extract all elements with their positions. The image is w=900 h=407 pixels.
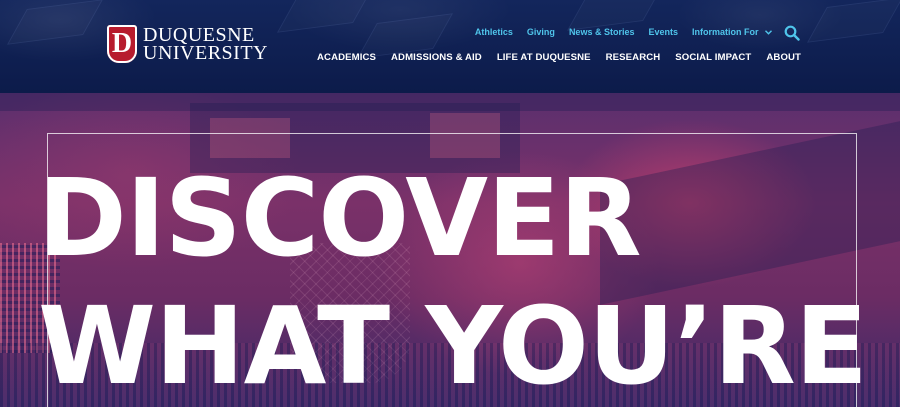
main-nav-about[interactable]: ABOUT [766,52,801,63]
main-nav-admissions-aid[interactable]: ADMISSIONS & AID [391,52,482,63]
main-nav-social-impact[interactable]: SOCIAL IMPACT [675,52,751,63]
utility-link-news-stories[interactable]: News & Stories [569,27,635,37]
logo-crest-icon: D [107,25,137,63]
hero-headline-line-2: WHAT YOU’RE [38,285,868,407]
main-nav-academics[interactable]: ACADEMICS [317,52,376,63]
hero-headline: DISCOVER WHAT YOU’RE [38,155,868,407]
utility-nav: Athletics Giving News & Stories Events I… [461,27,802,37]
chevron-down-icon [765,28,772,37]
logo-wordmark: DUQUESNE UNIVERSITY [143,25,268,64]
hero-banner: DISCOVER WHAT YOU’RE [0,93,900,407]
background-grad-cap [276,0,374,33]
main-nav-research[interactable]: RESEARCH [606,52,661,63]
utility-link-events[interactable]: Events [648,27,678,37]
main-nav-life-at-duquesne[interactable]: LIFE AT DUQUESNE [497,52,591,63]
utility-link-athletics[interactable]: Athletics [475,27,513,37]
utility-dropdown-information-for[interactable]: Information For [692,27,772,37]
background-grad-cap [806,0,900,43]
utility-link-giving[interactable]: Giving [527,27,555,37]
site-header: D DUQUESNE UNIVERSITY Athletics Giving N… [0,0,900,93]
university-logo[interactable]: D DUQUESNE UNIVERSITY [107,25,268,63]
information-for-label: Information For [691,27,759,37]
main-nav: ACADEMICS ADMISSIONS & AID LIFE AT DUQUE… [302,52,801,63]
hero-headline-line-1: DISCOVER [38,157,642,281]
logo-line-2: UNIVERSITY [143,42,268,64]
background-grad-cap [6,0,104,45]
search-icon[interactable] [784,25,800,41]
